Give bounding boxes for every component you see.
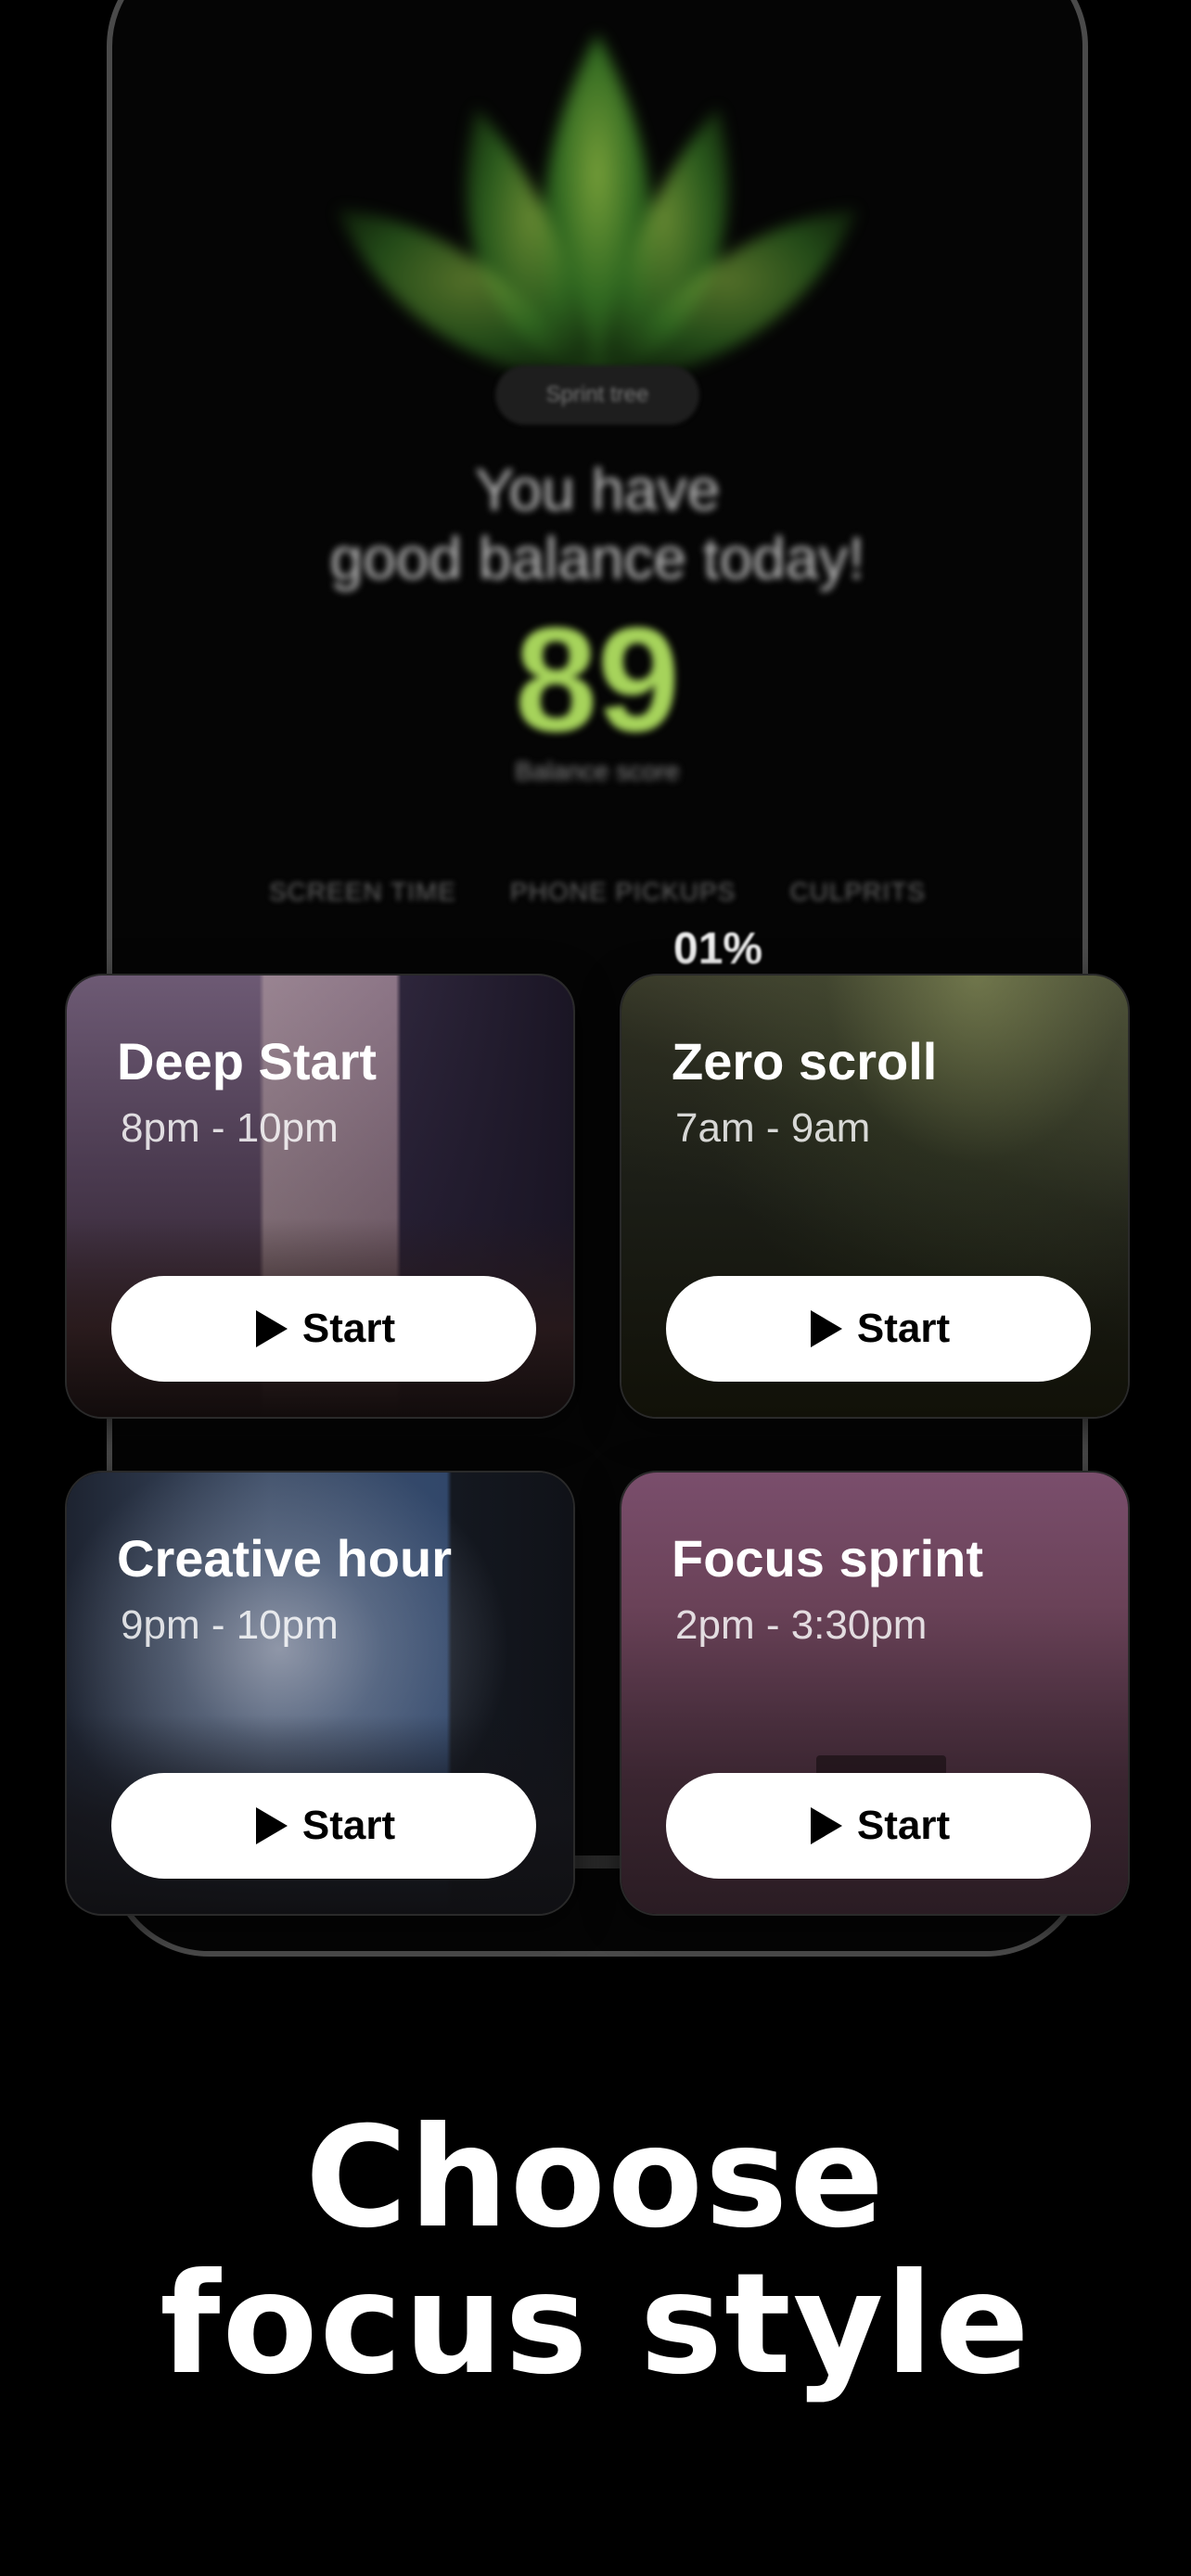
status-pill: Sprint tree xyxy=(495,365,699,425)
start-button-label: Start xyxy=(856,1803,951,1848)
card-time: 9pm - 10pm xyxy=(121,1602,339,1648)
stat-phone-pickups: PHONE PICKUPS xyxy=(510,877,736,906)
balance-score-label: Balance score xyxy=(515,757,680,785)
start-button[interactable]: Start xyxy=(111,1276,536,1382)
focus-card-creative-hour[interactable]: Creative hour 9pm - 10pm Start xyxy=(65,1471,575,1916)
stat-screen-time: SCREEN TIME xyxy=(269,877,456,906)
start-button-label: Start xyxy=(856,1306,951,1351)
start-button-label: Start xyxy=(301,1803,396,1848)
stats-row: SCREEN TIME PHONE PICKUPS CULPRITS xyxy=(112,877,1082,907)
balance-headline: You have good balance today! xyxy=(329,456,865,592)
card-time: 7am - 9am xyxy=(675,1105,871,1151)
start-button[interactable]: Start xyxy=(666,1276,1091,1382)
promo-headline: Choose focus style xyxy=(0,2105,1191,2398)
focus-card-zero-scroll[interactable]: Zero scroll 7am - 9am Start xyxy=(620,974,1130,1419)
focus-card-focus-sprint[interactable]: Focus sprint 2pm - 3:30pm Start xyxy=(620,1471,1130,1916)
card-time: 8pm - 10pm xyxy=(121,1105,339,1151)
card-title: Focus sprint xyxy=(672,1529,984,1588)
headline-line-1: Choose xyxy=(305,2098,886,2259)
start-button-label: Start xyxy=(301,1306,396,1351)
play-icon xyxy=(810,1310,842,1347)
focus-card-deep-start[interactable]: Deep Start 8pm - 10pm Start xyxy=(65,974,575,1419)
play-icon xyxy=(255,1807,288,1844)
start-button[interactable]: Start xyxy=(666,1773,1091,1879)
start-button[interactable]: Start xyxy=(111,1773,536,1879)
card-title: Zero scroll xyxy=(672,1032,938,1090)
card-title: Deep Start xyxy=(117,1032,378,1090)
play-icon xyxy=(255,1310,288,1347)
card-time: 2pm - 3:30pm xyxy=(675,1602,928,1648)
card-title: Creative hour xyxy=(117,1529,452,1588)
stat-culprits: CULPRITS xyxy=(789,877,926,906)
stat-value-fragment: 01% xyxy=(673,925,763,974)
headline-line-2: focus style xyxy=(160,2244,1031,2405)
play-icon xyxy=(810,1807,842,1844)
lotus-icon xyxy=(338,33,857,386)
balance-score: 89 xyxy=(515,596,680,762)
